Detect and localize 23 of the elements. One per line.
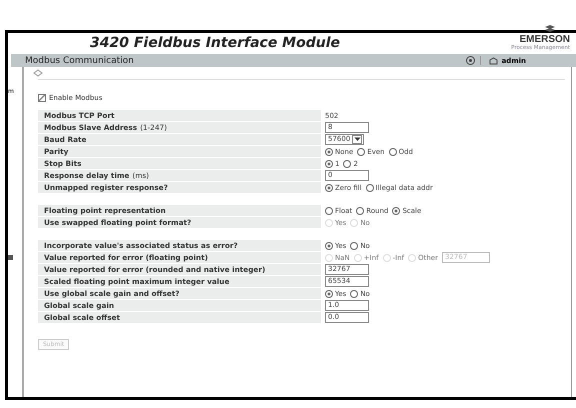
radio-button[interactable] bbox=[325, 184, 333, 192]
dropdown-arrow-icon[interactable] bbox=[352, 135, 362, 144]
diamond-icon[interactable] bbox=[33, 69, 43, 77]
page-title: Modbus Communication bbox=[25, 56, 135, 66]
radio-button[interactable] bbox=[325, 242, 333, 250]
radio-button[interactable] bbox=[343, 160, 352, 168]
brand-name: EMERSON bbox=[519, 35, 570, 45]
radio-button[interactable] bbox=[350, 242, 358, 250]
radio-button[interactable] bbox=[356, 206, 364, 214]
radio-button[interactable] bbox=[325, 206, 333, 214]
radio-button[interactable] bbox=[366, 184, 374, 192]
radio-button[interactable] bbox=[388, 148, 397, 156]
checkbox[interactable] bbox=[38, 94, 46, 102]
radio-button[interactable] bbox=[325, 148, 333, 156]
radio-button[interactable] bbox=[325, 160, 333, 168]
user-icon bbox=[488, 56, 498, 64]
radio-button[interactable] bbox=[350, 290, 358, 298]
radio-button[interactable] bbox=[357, 148, 366, 156]
radio-button[interactable] bbox=[325, 290, 333, 298]
help-icon[interactable] bbox=[466, 56, 475, 65]
radio-button[interactable] bbox=[392, 206, 400, 214]
app-title: 3420 Fieldbus Interface Module bbox=[90, 35, 342, 51]
panel-icon bbox=[8, 255, 13, 260]
